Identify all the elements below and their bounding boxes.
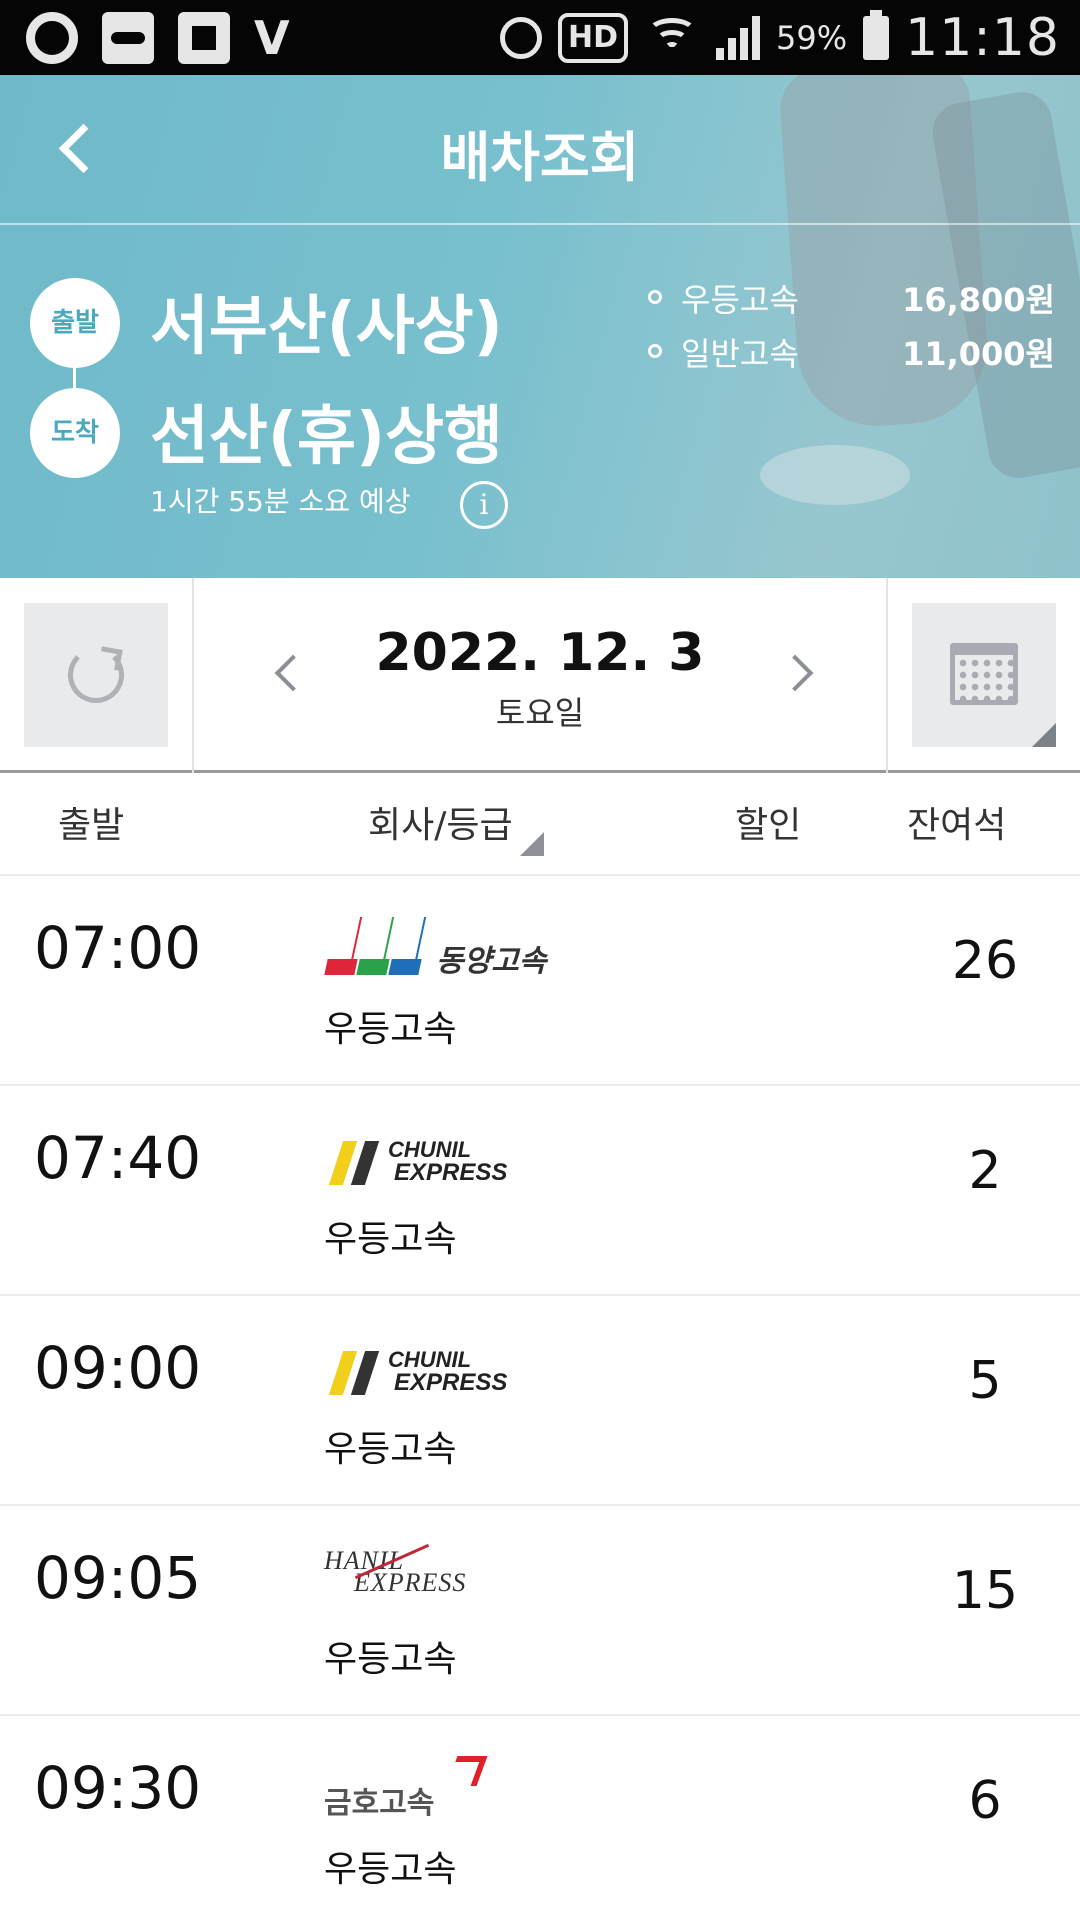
flipboard-icon xyxy=(178,12,230,64)
signal-icon xyxy=(716,16,761,60)
column-discount: 할인 xyxy=(735,805,802,846)
divider xyxy=(886,578,888,773)
departure-time: 09:00 xyxy=(34,1334,202,1402)
title-bar: 배차조회 xyxy=(0,75,1080,225)
column-departure: 출발 xyxy=(58,805,125,846)
battery-percent: 59% xyxy=(776,19,848,57)
fare-item: 일반고속 11,000원 xyxy=(645,329,1055,383)
corner-indicator xyxy=(1032,723,1056,747)
remaining-seats: 15 xyxy=(951,1561,1019,1621)
company-logo-text: 금호고속 xyxy=(324,1786,435,1821)
remaining-seats: 5 xyxy=(968,1351,1002,1411)
company-logo-text: 동양고속 xyxy=(436,944,547,979)
kumho-express-logo: 금호고속 xyxy=(324,1756,584,1826)
route-header: 배차조회 출발 도착 서부산(사상) 선산(휴)상행 1시간 55분 소요 예상… xyxy=(0,75,1080,578)
travel-duration: 1시간 55분 소요 예상 xyxy=(150,485,411,518)
chunil-express-logo: CHUNIL EXPRESS xyxy=(324,1126,584,1196)
fare-price: 11,000원 xyxy=(902,335,1055,373)
fare-price: 16,800원 xyxy=(902,281,1055,319)
wifi-icon xyxy=(644,14,700,62)
date-selector: 2022. 12. 3 토요일 xyxy=(0,578,1080,773)
v-icon: V xyxy=(254,11,290,65)
fare-item: 우등고속 16,800원 xyxy=(645,275,1055,329)
chunil-express-logo: CHUNIL EXPRESS xyxy=(324,1336,584,1406)
bus-grade: 우등고속 xyxy=(324,1849,457,1890)
fare-list: 우등고속 16,800원 일반고속 11,000원 xyxy=(645,275,1055,383)
calendar-button[interactable] xyxy=(912,603,1056,747)
status-bar: V HD 59% 11:18 xyxy=(0,0,1080,75)
bus-grade: 우등고속 xyxy=(324,1639,457,1680)
departure-time: 07:40 xyxy=(34,1124,202,1192)
column-remaining-seats: 잔여석 xyxy=(907,805,1007,846)
schedule-row[interactable]: 07:00 동양고속 우등고속 26 xyxy=(0,876,1080,1086)
ktx-icon xyxy=(102,12,154,64)
page-title: 배차조회 xyxy=(440,126,640,189)
bus-grade: 우등고속 xyxy=(324,1429,457,1470)
fare-grade: 일반고속 xyxy=(681,335,799,373)
hd-icon: HD xyxy=(558,13,629,63)
arrival-terminal: 선산(휴)상행 xyxy=(150,400,503,474)
bullet-icon xyxy=(648,344,662,358)
departure-time: 09:05 xyxy=(34,1544,202,1612)
departure-time: 07:00 xyxy=(34,914,202,982)
schedule-list: 07:00 동양고속 우등고속 26 07:40 CHUNIL EXPRESS … xyxy=(0,876,1080,1920)
fare-grade: 우등고속 xyxy=(681,281,799,319)
sort-indicator-icon[interactable] xyxy=(520,832,544,856)
o-icon xyxy=(26,12,78,64)
departure-terminal: 서부산(사상) xyxy=(150,290,503,364)
info-icon[interactable]: i xyxy=(460,481,508,529)
departure-badge: 출발 xyxy=(30,278,120,368)
departure-time: 09:30 xyxy=(34,1754,202,1822)
notification-icons: V xyxy=(26,12,314,64)
schedule-row[interactable]: 07:40 CHUNIL EXPRESS 우등고속 2 xyxy=(0,1086,1080,1296)
clock: 11:18 xyxy=(905,8,1060,68)
schedule-row[interactable]: 09:05 HANIL EXPRESS 우등고속 15 xyxy=(0,1506,1080,1716)
schedule-row[interactable]: 09:00 CHUNIL EXPRESS 우등고속 5 xyxy=(0,1296,1080,1506)
bullet-icon xyxy=(648,290,662,304)
system-icons: HD 59% 11:18 xyxy=(500,8,1060,68)
calendar-icon xyxy=(950,643,1018,705)
hanil-express-logo: HANIL EXPRESS xyxy=(324,1543,584,1616)
bus-grade: 우등고속 xyxy=(324,1219,457,1260)
column-company-grade[interactable]: 회사/등급 xyxy=(368,796,513,848)
arrival-badge: 도착 xyxy=(30,388,120,478)
remaining-seats: 2 xyxy=(968,1141,1002,1201)
battery-icon xyxy=(863,10,890,60)
company-logo-text: EXPRESS xyxy=(394,1159,508,1186)
schedule-row[interactable]: 09:30 금호고속 우등고속 6 xyxy=(0,1716,1080,1920)
company-logo-text: EXPRESS xyxy=(394,1369,508,1396)
remaining-seats: 6 xyxy=(968,1771,1002,1831)
remaining-seats: 26 xyxy=(951,931,1019,991)
next-date-chevron-icon[interactable] xyxy=(780,648,820,698)
dongyang-express-logo: 동양고속 xyxy=(324,916,584,986)
alarm-icon xyxy=(500,17,542,59)
schedule-table-header: 출발 회사/등급 할인 잔여석 xyxy=(0,776,1080,876)
logo-mark xyxy=(446,1756,488,1786)
bus-grade: 우등고속 xyxy=(324,1009,457,1050)
